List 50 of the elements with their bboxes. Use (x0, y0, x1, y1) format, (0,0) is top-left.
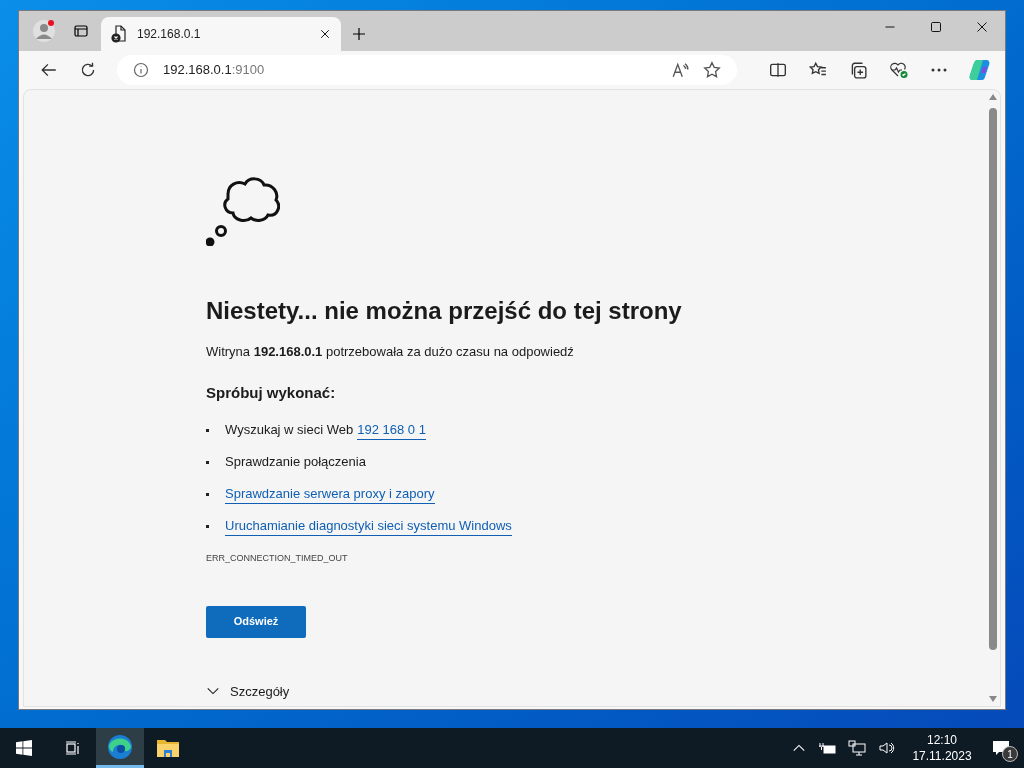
error-code: ERR_CONNECTION_TIMED_OUT (206, 552, 349, 565)
refresh-button[interactable]: Odśwież (206, 605, 306, 638)
network-icon[interactable] (848, 740, 866, 756)
bullet-icon (206, 460, 209, 464)
back-icon[interactable] (40, 61, 58, 79)
error-message: Witryna 192.168.0.1 potrzebowała za dużo czasu na odpowiedź (206, 343, 575, 361)
profile-icon[interactable] (33, 20, 55, 42)
error-heading: Niestety... nie można przejść do tej strony (206, 296, 683, 326)
split-screen-icon[interactable] (769, 61, 787, 79)
close-window-icon[interactable] (976, 21, 988, 33)
broken-page-icon (111, 25, 127, 43)
taskbar-app[interactable] (96, 728, 144, 768)
notification-badge: 1 (1002, 746, 1018, 762)
suggestions-title: Spróbuj wykonać: (206, 382, 337, 403)
suggestion-link[interactable]: Uruchamianie diagnostyki sieci systemu Windows (225, 515, 512, 537)
maximize-icon[interactable] (930, 21, 942, 33)
suggestion-text: Sprawdzanie połączenia (225, 453, 366, 472)
refresh-icon[interactable] (79, 61, 97, 79)
address-bar[interactable]: 192.168.0.1:9100 (117, 55, 737, 85)
bullet-icon (206, 492, 209, 496)
scrollbar-thumb[interactable] (989, 108, 997, 650)
speaker-icon[interactable] (878, 740, 896, 756)
new-tab-icon[interactable] (351, 26, 367, 42)
details-toggle[interactable]: Szczegóły (230, 681, 290, 701)
read-aloud-icon[interactable] (671, 61, 689, 79)
collections-icon[interactable] (849, 61, 867, 79)
suggestion-link[interactable]: Sprawdzanie serwera proxy i zapory (225, 483, 435, 505)
clock-date[interactable]: 17.11.2023 (912, 748, 972, 764)
info-icon[interactable] (133, 62, 149, 78)
tab-actions-icon[interactable] (73, 23, 89, 39)
scroll-up-icon[interactable] (989, 94, 997, 100)
more-icon[interactable] (931, 68, 947, 72)
browser-app-icon (107, 733, 133, 760)
star-icon[interactable] (703, 61, 721, 79)
address-text: 192.168.0.1:9100 (163, 61, 266, 80)
tab-title: 192.168.0.1 (137, 26, 202, 43)
thought-cloud-icon (206, 174, 280, 246)
folder-icon[interactable] (156, 738, 180, 758)
browser-tab[interactable]: 192.168.0.1 (101, 17, 341, 51)
scroll-down-icon[interactable] (989, 696, 997, 702)
task-view-icon[interactable] (64, 740, 80, 756)
bullet-icon (206, 428, 209, 432)
bullet-icon (206, 524, 209, 528)
clock-time[interactable]: 12:10 (927, 732, 957, 748)
battery-icon[interactable] (818, 741, 836, 755)
start-icon[interactable] (16, 740, 32, 756)
close-icon[interactable] (319, 28, 331, 40)
search-link[interactable]: 192 168 0 1 (357, 419, 426, 441)
suggestion-text: Wyszukaj w sieci Web (225, 421, 354, 440)
health-icon[interactable] (889, 61, 909, 79)
